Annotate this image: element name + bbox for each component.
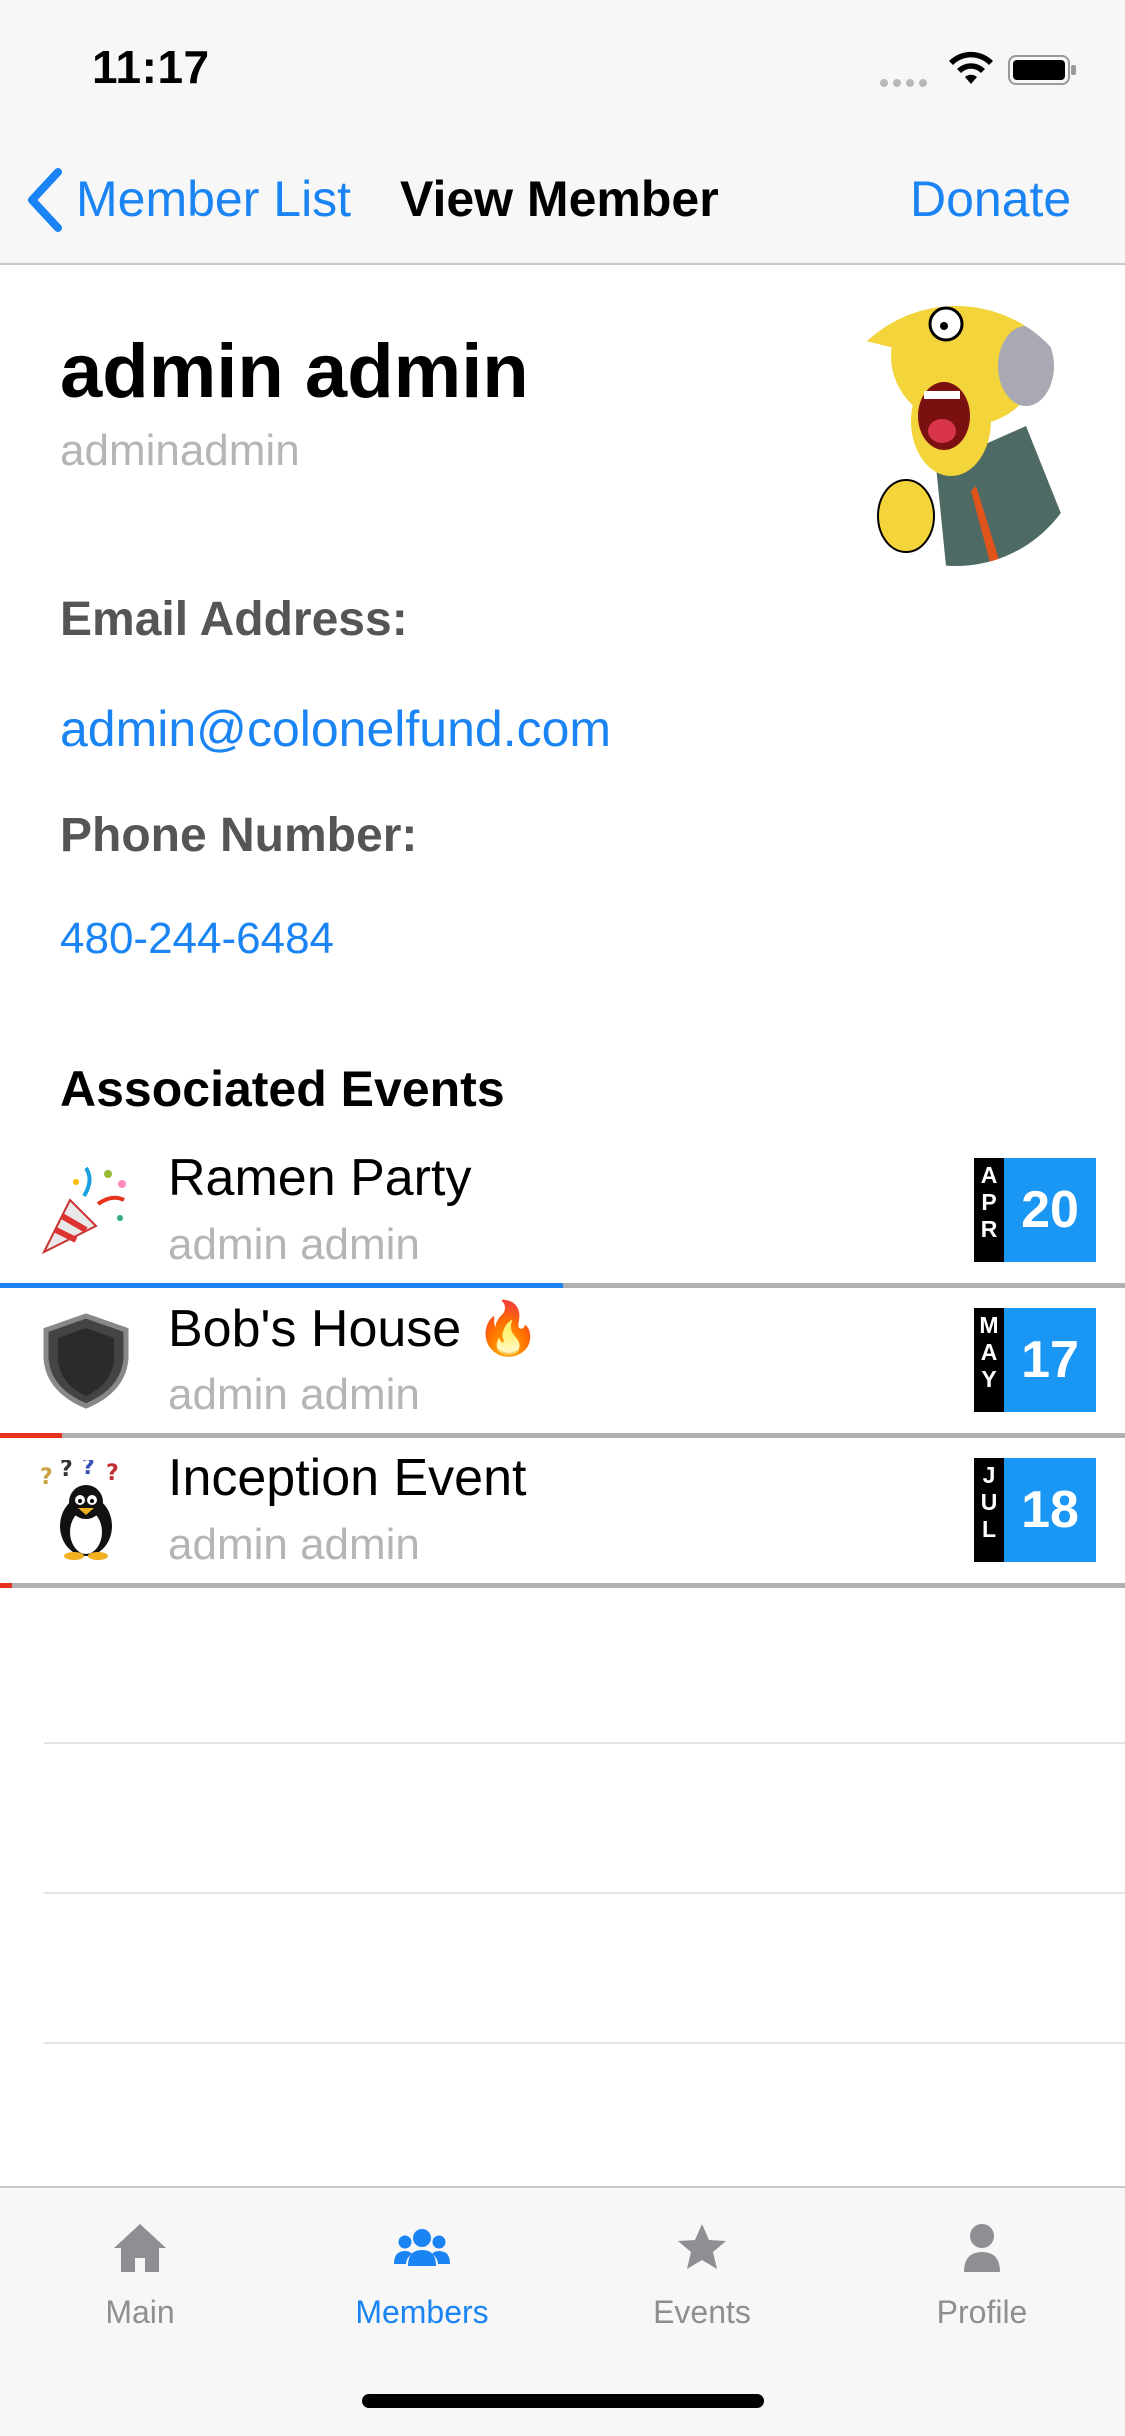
back-chevron-icon[interactable] — [24, 168, 64, 232]
header: 11:17 Member List View Member Donate — [0, 0, 1125, 265]
star-icon — [678, 2224, 726, 2269]
event-month-letter: A — [980, 1339, 998, 1365]
svg-text:?: ? — [106, 1461, 119, 1486]
event-row[interactable]: Bob's House 🔥 admin admin MAY 17 — [0, 1288, 1125, 1438]
tab-events[interactable]: Events — [562, 2218, 842, 2331]
event-date-badge: JUL 18 — [974, 1458, 1096, 1562]
event-title: Bob's House 🔥 — [168, 1300, 541, 1358]
event-progress-bar — [0, 1583, 13, 1588]
member-full-name: admin admin — [60, 329, 529, 414]
page-title: View Member — [400, 171, 719, 227]
empty-row-separator — [44, 1742, 1125, 1744]
event-host: admin admin — [168, 1220, 420, 1269]
tab-members[interactable]: Members — [282, 2218, 562, 2331]
event-row[interactable]: ? ? ? ? Inception Event admin admin JUL … — [0, 1438, 1125, 1588]
event-row[interactable]: Ramen Party admin admin APR 20 — [0, 1138, 1125, 1288]
event-month-letter: J — [982, 1462, 996, 1488]
empty-row-separator — [44, 2042, 1125, 2044]
back-button[interactable]: Member List — [76, 170, 351, 228]
event-month: JUL — [974, 1458, 1004, 1562]
members-icon — [394, 2229, 450, 2266]
profile-icon — [964, 2224, 1000, 2272]
tab-label: Profile — [936, 2294, 1028, 2330]
empty-row-separator — [44, 1892, 1125, 1894]
event-month-letter: M — [979, 1312, 999, 1338]
penguin-icon: ? ? ? ? — [40, 1460, 119, 1560]
phone-heading: Phone Number: — [60, 809, 418, 862]
svg-text:?: ? — [82, 1460, 95, 1480]
event-day: 18 — [1004, 1458, 1096, 1562]
associated-events-heading: Associated Events — [60, 1061, 505, 1117]
event-title: Ramen Party — [168, 1149, 472, 1207]
phone-link[interactable]: 480-244-6484 — [60, 914, 334, 964]
event-host: admin admin — [168, 1520, 420, 1569]
tab-main[interactable]: Main — [0, 2218, 280, 2331]
event-month-letter: A — [980, 1162, 998, 1188]
event-month-letter: P — [981, 1189, 997, 1215]
event-month: APR — [974, 1158, 1004, 1262]
party-popper-icon — [41, 1166, 126, 1255]
tab-label: Main — [105, 2294, 175, 2330]
member-username: adminadmin — [60, 426, 300, 475]
event-month-letter: Y — [981, 1366, 997, 1392]
home-indicator[interactable] — [362, 2394, 764, 2408]
avatar — [826, 306, 1066, 566]
event-month: MAY — [974, 1308, 1004, 1412]
event-date-badge: MAY 17 — [974, 1308, 1096, 1412]
tab-label: Members — [355, 2294, 489, 2330]
tab-label: Events — [653, 2294, 751, 2330]
event-day: 20 — [1004, 1158, 1096, 1262]
event-day: 17 — [1004, 1308, 1096, 1412]
event-host: admin admin — [168, 1370, 420, 1419]
email-heading: Email Address: — [60, 593, 408, 646]
status-time: 11:17 — [92, 41, 210, 93]
event-title: Inception Event — [168, 1449, 527, 1507]
home-icon — [114, 2224, 166, 2272]
cellular-signal-icon — [880, 74, 932, 87]
event-month-letter: L — [981, 1516, 997, 1542]
event-date-badge: APR 20 — [974, 1158, 1096, 1262]
svg-text:?: ? — [60, 1460, 73, 1482]
event-month-letter: R — [980, 1216, 998, 1242]
svg-text:?: ? — [40, 1465, 53, 1490]
email-link[interactable]: admin@colonelfund.com — [60, 700, 611, 758]
shield-icon — [43, 1313, 129, 1409]
event-progress-track — [0, 1583, 1125, 1588]
donate-button[interactable]: Donate — [910, 170, 1071, 228]
event-month-letter: U — [980, 1489, 998, 1515]
wifi-icon — [949, 51, 993, 84]
tab-profile[interactable]: Profile — [842, 2218, 1122, 2331]
battery-icon — [1008, 55, 1076, 85]
